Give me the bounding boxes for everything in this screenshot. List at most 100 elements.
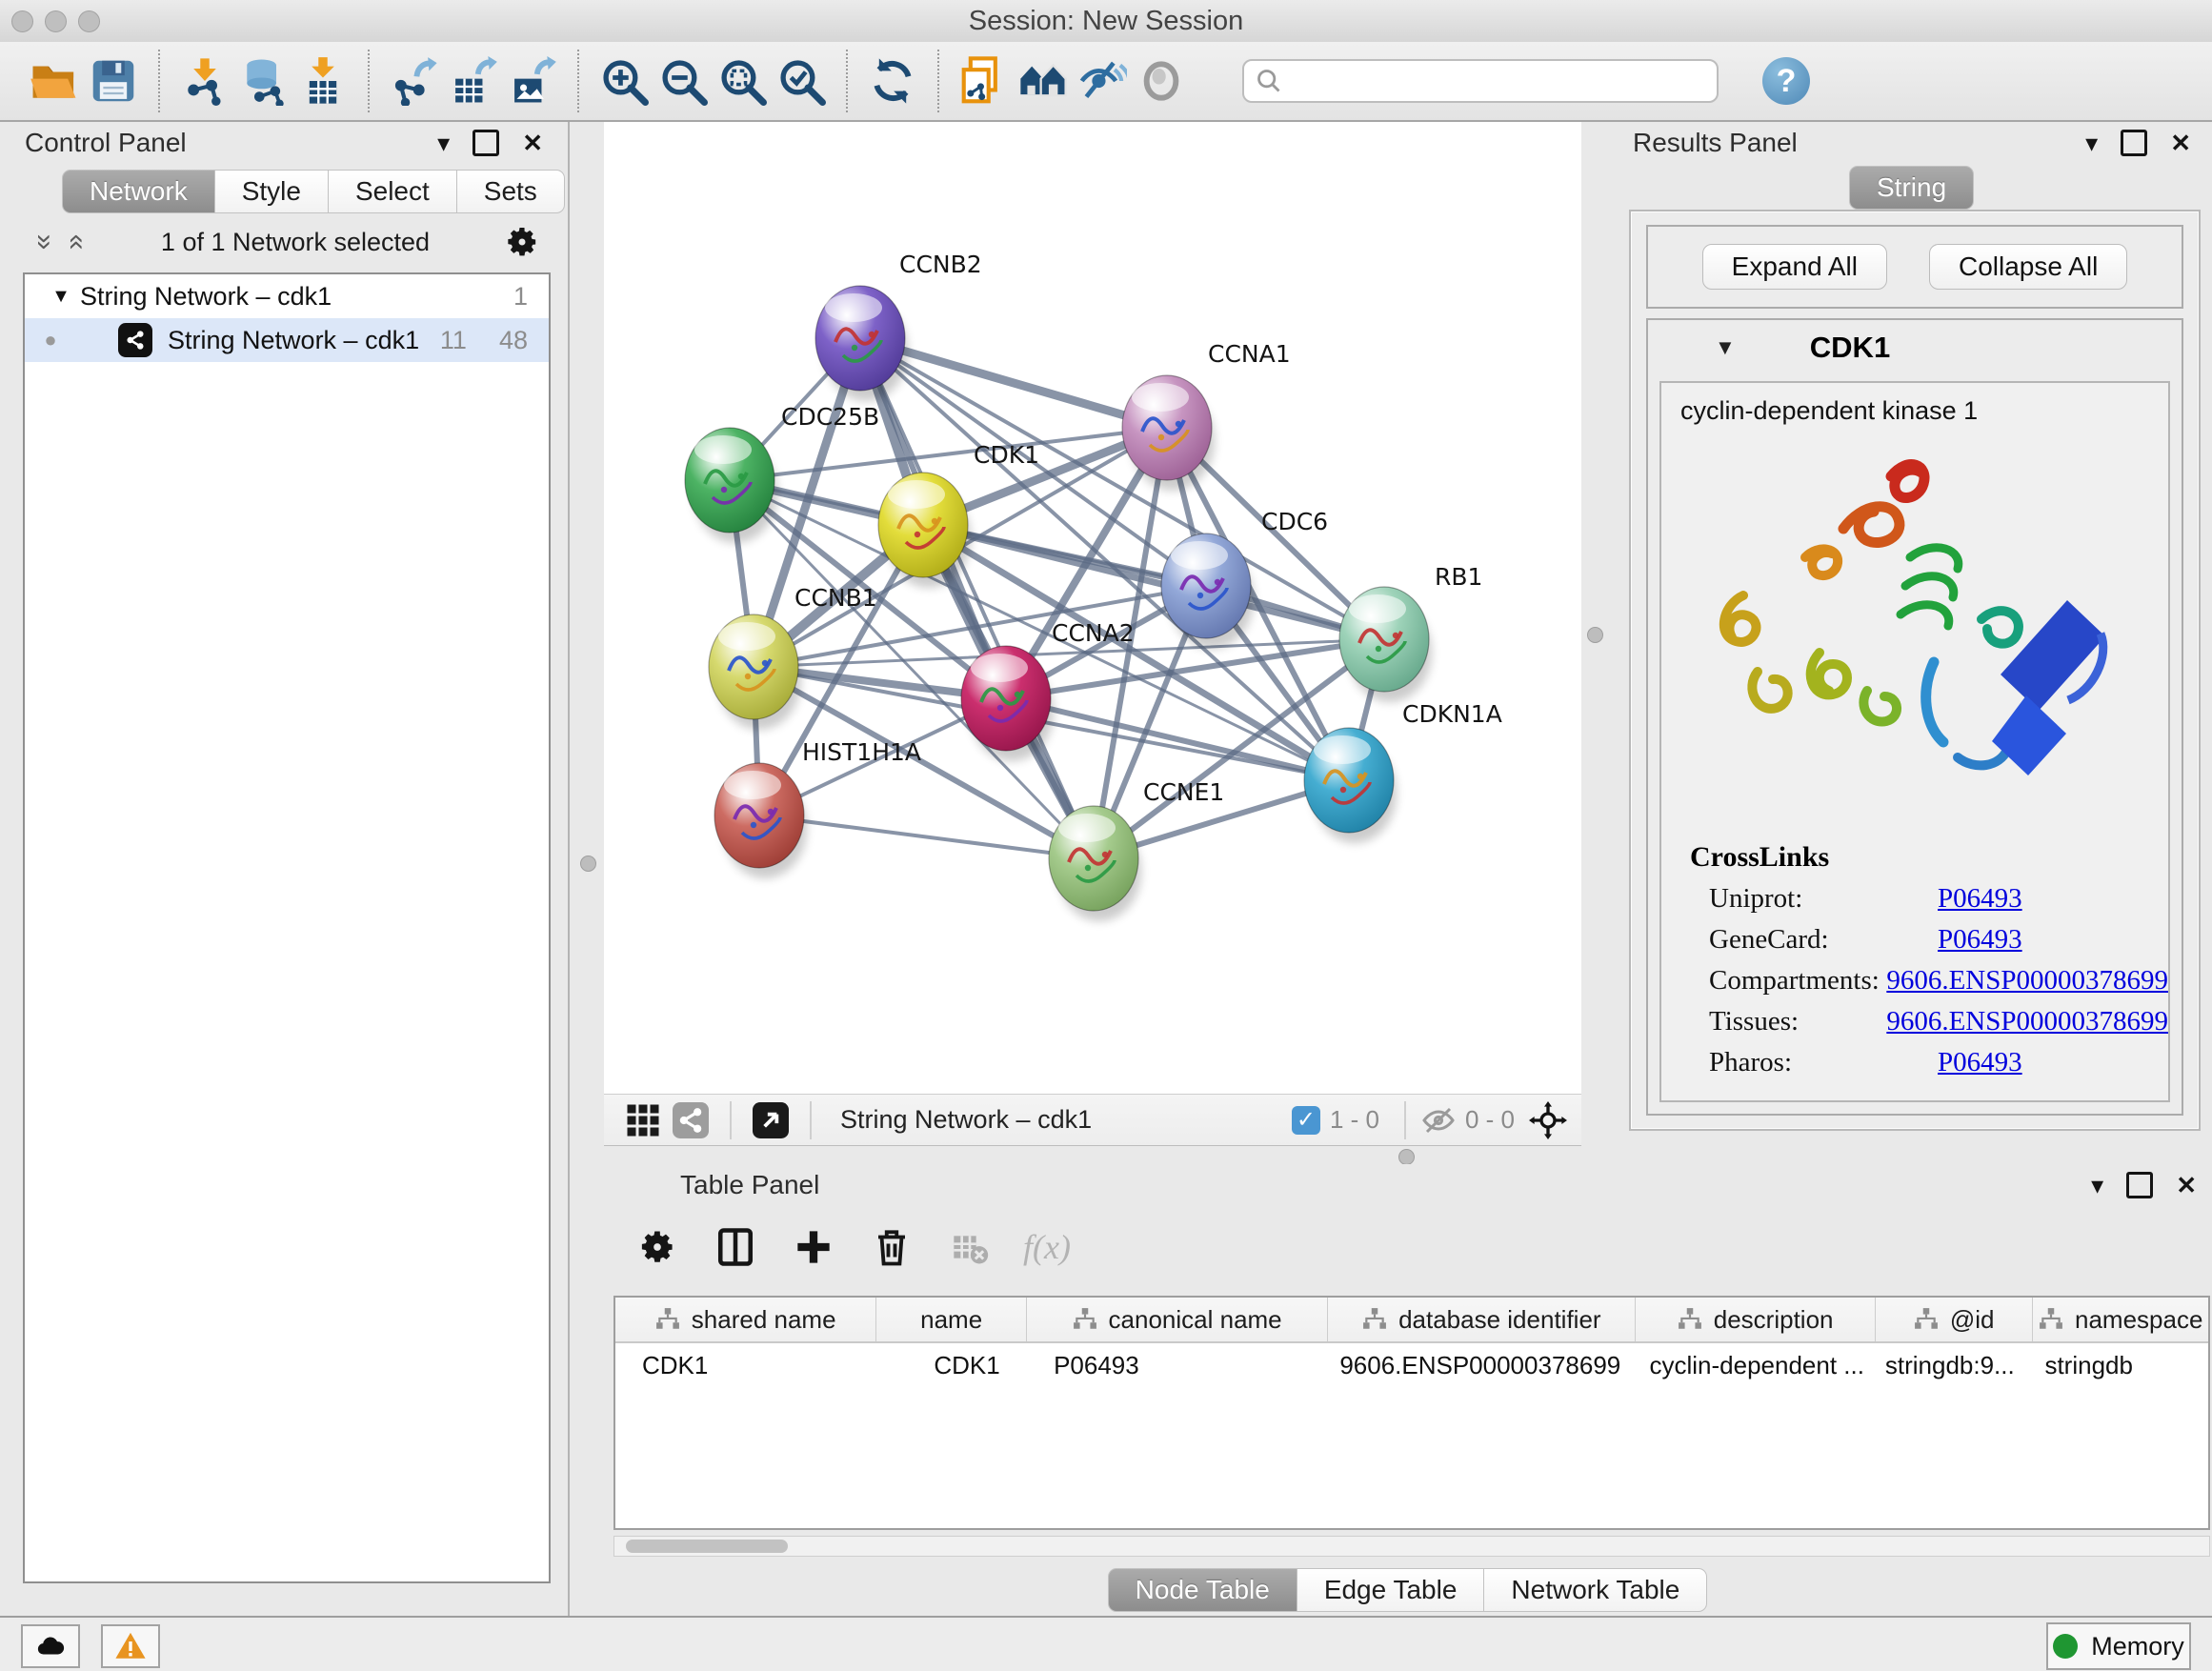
column-header[interactable]: namespace xyxy=(2033,1298,2208,1341)
help-button[interactable]: ? xyxy=(1762,57,1810,105)
tab-node-table[interactable]: Node Table xyxy=(1108,1568,1297,1612)
export-image-button[interactable] xyxy=(503,50,562,111)
panel-close-icon[interactable]: ✕ xyxy=(522,131,543,155)
cell-namespace[interactable]: stringdb xyxy=(2033,1343,2208,1387)
table-row[interactable]: CDK1 CDK1 P06493 9606.ENSP00000378699 cy… xyxy=(615,1343,2208,1387)
crosslink-label: Pharos: xyxy=(1709,1047,1938,1078)
expand-all-rows-icon[interactable]: » xyxy=(29,226,61,258)
search-field[interactable] xyxy=(1242,59,1719,103)
warnings-button[interactable] xyxy=(101,1624,160,1668)
birds-eye-toggle-button[interactable] xyxy=(1524,1099,1572,1141)
network-view-toolbar: String Network – cdk1 ✓ 1 - 0 0 - 0 xyxy=(604,1094,1581,1146)
panel-menu-icon[interactable]: ▾ xyxy=(437,131,450,155)
cell-id[interactable]: stringdb:9... xyxy=(1876,1343,2034,1387)
tab-network-table[interactable]: Network Table xyxy=(1483,1568,1707,1612)
table-horizontal-scrollbar[interactable] xyxy=(613,1536,2210,1557)
network-row[interactable]: ● String Network – cdk1 11 48 xyxy=(25,318,549,362)
columns-icon xyxy=(715,1227,755,1267)
uniprot-link[interactable]: P06493 xyxy=(1938,883,2022,915)
genecard-link[interactable]: P06493 xyxy=(1938,924,2022,956)
hide-view-button[interactable] xyxy=(1073,50,1132,111)
tab-string-results[interactable]: String xyxy=(1849,166,1974,210)
compartments-link[interactable]: 9606.ENSP00000378699 xyxy=(1886,965,2168,997)
grid-view-button[interactable] xyxy=(619,1099,667,1141)
create-column-button[interactable] xyxy=(789,1222,838,1272)
right-splitter-handle[interactable] xyxy=(1587,627,1603,643)
panel-menu-icon[interactable]: ▾ xyxy=(2085,131,2098,155)
cell-name[interactable]: CDK1 xyxy=(876,1343,1027,1387)
cell-description[interactable]: cyclin-dependent ... xyxy=(1636,1343,1875,1387)
import-network-from-database-button[interactable] xyxy=(234,50,293,111)
zoom-out-button[interactable] xyxy=(654,50,713,111)
save-session-button[interactable] xyxy=(84,50,143,111)
show-columns-button[interactable] xyxy=(711,1222,760,1272)
import-table-button[interactable] xyxy=(293,50,352,111)
memory-button[interactable]: Memory xyxy=(2046,1622,2191,1670)
tab-select[interactable]: Select xyxy=(328,170,457,213)
scrollbar-thumb[interactable] xyxy=(626,1540,788,1553)
network-node-CCNA1[interactable]: CCNA1 xyxy=(1122,340,1291,491)
cell-database-identifier[interactable]: 9606.ENSP00000378699 xyxy=(1328,1343,1636,1387)
panel-close-icon[interactable]: ✕ xyxy=(2176,1173,2197,1198)
network-view-button[interactable] xyxy=(667,1099,714,1141)
column-header[interactable]: description xyxy=(1636,1298,1875,1341)
expand-all-button[interactable]: Expand All xyxy=(1702,244,1887,290)
show-all-views-button[interactable] xyxy=(1014,50,1073,111)
network-node-CCNB2[interactable]: CCNB2 xyxy=(815,251,982,401)
zoom-in-button[interactable] xyxy=(594,50,654,111)
network-collection-row[interactable]: ▼ String Network – cdk1 1 xyxy=(25,274,549,318)
column-header[interactable]: canonical name xyxy=(1027,1298,1328,1341)
left-splitter-handle[interactable] xyxy=(580,856,596,872)
panel-float-icon[interactable] xyxy=(473,130,499,156)
apply-layout-button[interactable] xyxy=(863,50,922,111)
cloud-status-button[interactable] xyxy=(21,1624,80,1668)
column-header[interactable]: name xyxy=(876,1298,1027,1341)
network-canvas[interactable]: CCNB2CCNA1CDC25BCDK1CDC6RB1CCNB1CCNA2CDK… xyxy=(604,122,1581,1094)
tab-sets[interactable]: Sets xyxy=(456,170,565,213)
import-network-button[interactable] xyxy=(175,50,234,111)
network-node-HIST1H1A[interactable]: HIST1H1A xyxy=(714,738,921,878)
panel-menu-icon[interactable]: ▾ xyxy=(2091,1173,2103,1198)
section-expand-icon[interactable]: ▼ xyxy=(1715,335,1736,360)
network-node-CDC6[interactable]: CDC6 xyxy=(1161,508,1328,649)
tab-network[interactable]: Network xyxy=(62,170,215,213)
delete-column-button[interactable] xyxy=(867,1222,916,1272)
tab-style[interactable]: Style xyxy=(214,170,329,213)
show-view-button[interactable] xyxy=(1132,50,1191,111)
export-network-button[interactable] xyxy=(385,50,444,111)
clone-network-button[interactable] xyxy=(955,50,1014,111)
selected-checkbox-icon[interactable]: ✓ xyxy=(1292,1106,1320,1135)
node-label-CCNE1: CCNE1 xyxy=(1143,778,1224,806)
cell-shared-name[interactable]: CDK1 xyxy=(615,1343,876,1387)
export-table-button[interactable] xyxy=(444,50,503,111)
edge-CCNB2-CCNE1[interactable] xyxy=(860,338,1094,858)
edge-CDK1-RB1[interactable] xyxy=(923,525,1384,639)
tab-edge-table[interactable]: Edge Table xyxy=(1297,1568,1485,1612)
panel-float-icon[interactable] xyxy=(2126,1172,2153,1198)
pharos-link[interactable]: P06493 xyxy=(1938,1047,2022,1078)
collapse-all-rows-icon[interactable]: « xyxy=(61,226,93,258)
table-options-gear-button[interactable] xyxy=(633,1222,682,1272)
column-header[interactable]: database identifier xyxy=(1328,1298,1636,1341)
bottom-splitter-handle[interactable] xyxy=(1398,1149,1415,1165)
column-header[interactable]: shared name xyxy=(615,1298,876,1341)
network-options-gear-button[interactable] xyxy=(497,217,547,267)
network-node-CCNA2[interactable]: CCNA2 xyxy=(961,619,1135,761)
detach-view-button[interactable] xyxy=(747,1099,794,1141)
search-input[interactable] xyxy=(1282,66,1686,97)
open-session-button[interactable] xyxy=(25,50,84,111)
string-network-graph[interactable]: CCNB2CCNA1CDC25BCDK1CDC6RB1CCNB1CCNA2CDK… xyxy=(604,122,1581,1094)
network-node-RB1[interactable]: RB1 xyxy=(1339,563,1482,702)
column-header[interactable]: @id xyxy=(1876,1298,2034,1341)
edge-HIST1H1A-CCNE1[interactable] xyxy=(759,815,1094,858)
panel-close-icon[interactable]: ✕ xyxy=(2170,131,2191,155)
zoom-selected-button[interactable] xyxy=(772,50,831,111)
tree-expand-icon[interactable]: ▼ xyxy=(42,286,80,308)
collapse-all-button[interactable]: Collapse All xyxy=(1929,244,2127,290)
panel-float-icon[interactable] xyxy=(2121,130,2147,156)
zoom-fit-button[interactable] xyxy=(713,50,772,111)
network-node-CCNE1[interactable]: CCNE1 xyxy=(1049,778,1224,921)
cell-canonical-name[interactable]: P06493 xyxy=(1027,1343,1328,1387)
network-node-CDKN1A[interactable]: CDKN1A xyxy=(1304,700,1502,843)
tissues-link[interactable]: 9606.ENSP00000378699 xyxy=(1886,1006,2168,1037)
